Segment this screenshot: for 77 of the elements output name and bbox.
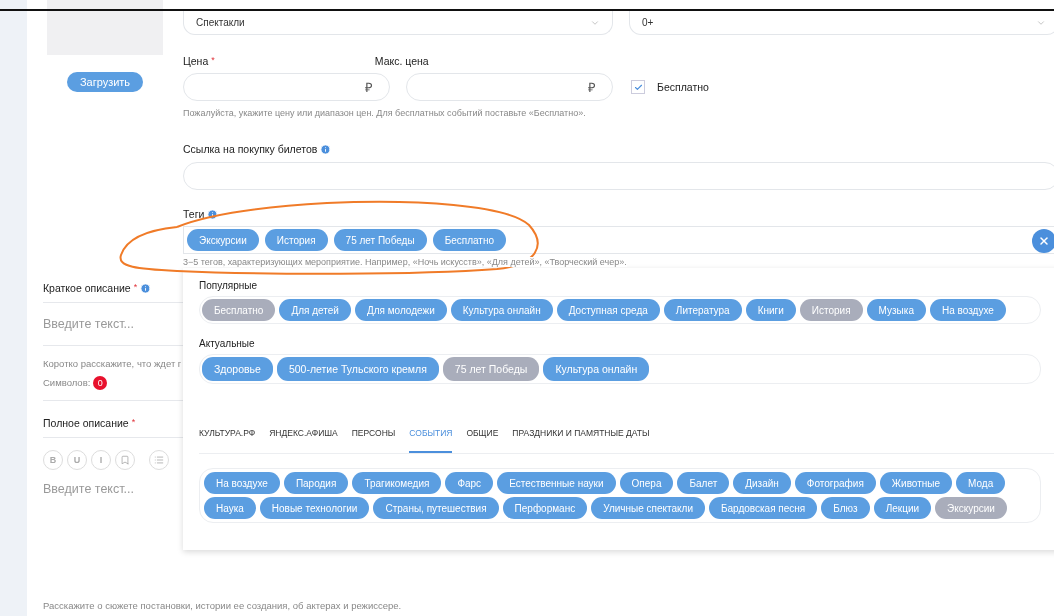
tag-chip[interactable]: Фотография xyxy=(794,472,876,494)
category-tab[interactable]: ПЕРСОНЫ xyxy=(351,420,396,453)
tag-chip[interactable]: Книги xyxy=(745,299,796,321)
tag-chip[interactable]: Бесплатно xyxy=(202,299,276,321)
required-mark: * xyxy=(131,417,136,427)
tag-chip[interactable]: Фарс xyxy=(445,472,494,494)
tag-chip[interactable]: Музыка xyxy=(866,299,926,321)
tag-chip[interactable]: Литература xyxy=(663,299,742,321)
tag-chip[interactable]: Трагикомедия xyxy=(352,472,442,494)
tag-chip[interactable]: Новые технологии xyxy=(259,497,370,519)
tag-chip[interactable]: Для молодежи xyxy=(354,299,447,321)
tag-chip[interactable]: Дизайн xyxy=(733,472,791,494)
upload-button[interactable]: Загрузить xyxy=(67,72,143,92)
close-icon xyxy=(1038,235,1050,247)
tag-chip[interactable]: Пародия xyxy=(283,472,349,494)
field-hint: Коротко расскажите, что ждет г xyxy=(43,358,182,370)
required-mark: * xyxy=(133,282,138,292)
tag-chip[interactable]: Культура онлайн xyxy=(450,299,553,321)
format-button[interactable]: U xyxy=(67,450,87,470)
tag-chip[interactable]: История xyxy=(799,299,863,321)
info-icon[interactable] xyxy=(320,143,332,155)
tag-chip[interactable]: Страны, путешествия xyxy=(373,497,499,519)
info-icon[interactable] xyxy=(140,282,152,294)
category-tab[interactable]: ОБЩИЕ xyxy=(466,420,499,453)
close-button[interactable] xyxy=(1032,229,1054,253)
tag-chip[interactable]: 75 лет Победы xyxy=(333,229,427,251)
free-checkbox[interactable] xyxy=(631,80,645,94)
category-tab[interactable]: КУЛЬТУРА.РФ xyxy=(199,420,256,453)
tag-chip[interactable]: Бардовская песня xyxy=(708,497,818,519)
text-field[interactable]: Введите текст... xyxy=(43,482,183,496)
field-hint: Расскажите о сюжете постановки, истории ее создания, об актерах и режиссере. xyxy=(43,600,402,612)
required-mark: * xyxy=(211,55,215,65)
tag-chip[interactable]: 500-летие Тульского кремля xyxy=(276,357,439,381)
tag-chip[interactable]: Блюз xyxy=(821,497,870,519)
tag-chip[interactable]: Опера xyxy=(619,472,674,494)
tag-chip[interactable]: Для детей xyxy=(279,299,351,321)
tag-chip[interactable]: 75 лет Победы xyxy=(442,357,540,381)
text-field[interactable]: Введите текст... xyxy=(43,317,183,331)
field-hint: 3−5 тегов, характеризующих мероприятие. Например, «Ночь искусств», «Для детей», «Творческий ечер». xyxy=(183,257,627,267)
tag-chip[interactable]: Доступная среда xyxy=(556,299,660,321)
tag-chip[interactable]: На воздухе xyxy=(929,299,1006,321)
tag-chip[interactable]: Уличные спектакли xyxy=(591,497,705,519)
tag-chip[interactable]: Здоровье xyxy=(202,357,273,381)
field-label: Краткое описание xyxy=(43,282,131,294)
check-icon xyxy=(633,82,643,92)
field-label: Макс. цена xyxy=(374,55,429,67)
category-tab[interactable]: СОБЫТИЯ xyxy=(409,420,453,453)
tag-chip[interactable]: Бесплатно xyxy=(432,229,507,251)
tag-chip[interactable]: Лекции xyxy=(873,497,932,519)
tags-field[interactable]: Экскурсии История 75 лет Победы Бесплатно xyxy=(183,226,1054,254)
tag-chip[interactable]: Наука xyxy=(204,497,256,519)
checkbox-label: Бесплатно xyxy=(657,81,709,93)
tag-chip[interactable]: Культура онлайн xyxy=(543,357,650,381)
category-tab[interactable]: ПРАЗДНИКИ И ПАМЯТНЫЕ ДАТЫ xyxy=(512,420,650,453)
field-label: Теги xyxy=(183,208,205,220)
tag-chip[interactable]: Балет xyxy=(677,472,730,494)
tag-chip[interactable]: На воздухе xyxy=(204,472,280,494)
section-title: Популярные xyxy=(199,280,259,291)
tag-chip[interactable]: Естественные науки xyxy=(497,472,616,494)
section-title: Актуальные xyxy=(199,338,256,349)
info-icon[interactable] xyxy=(207,208,219,220)
tag-chip[interactable]: Экскурсии xyxy=(935,497,1007,519)
category-select[interactable]: Спектакли xyxy=(183,11,613,35)
field-hint: Пожалуйста, укажите цену или диапазон цен. Для бесплатных событий поставьте «Бесплатно». xyxy=(183,108,586,118)
tag-chip[interactable]: История xyxy=(264,229,328,251)
category-tab[interactable]: ЯНДЕКС.АФИША xyxy=(269,420,338,453)
tag-chip[interactable]: Перформанс xyxy=(502,497,588,519)
field-label: Цена xyxy=(183,55,209,67)
format-button[interactable]: I xyxy=(91,450,111,470)
counter-badge: 0 xyxy=(93,376,108,390)
format-button[interactable]: B xyxy=(43,450,63,470)
tag-chip[interactable]: Мода xyxy=(956,472,1006,494)
field-label: Ссылка на покупку билетов xyxy=(183,143,318,155)
tag-chip[interactable]: Экскурсии xyxy=(187,229,259,251)
counter-label: Символов: xyxy=(43,377,91,389)
field-label: Полное описание xyxy=(43,417,129,429)
tag-chip[interactable]: Животные xyxy=(879,472,953,494)
